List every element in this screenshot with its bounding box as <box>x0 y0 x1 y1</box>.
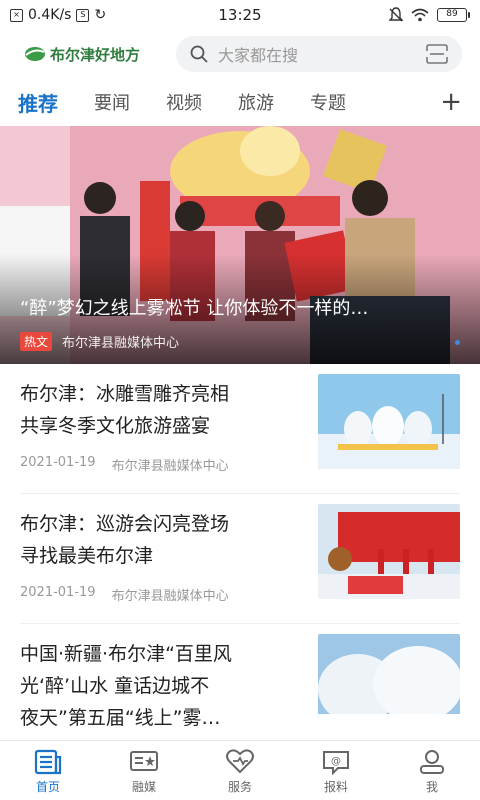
news-source: 布尔津县融媒体中心 <box>111 589 229 604</box>
status-right: 89 <box>389 7 470 23</box>
news-thumbnail <box>318 504 460 599</box>
news-thumbnail <box>318 374 460 469</box>
banner-meta: 热文 布尔津县融媒体中心 <box>20 332 179 351</box>
battery-icon: 89 <box>437 8 470 22</box>
status-left: × 0.4K/s S ↻ <box>10 7 106 23</box>
user-icon <box>420 750 444 774</box>
tab-recommend[interactable]: 推荐 <box>18 88 58 117</box>
scan-icon[interactable] <box>426 44 448 64</box>
battery-level: 89 <box>437 8 467 22</box>
banner-title[interactable]: “醉”梦幻之线上雾凇节 让你体验不一样的… <box>20 294 460 320</box>
add-channel-icon[interactable]: + <box>440 89 462 115</box>
bottom-nav: 首页 融媒 服务 @ 报料 我 <box>0 740 480 800</box>
news-icon <box>34 749 62 775</box>
tab-travel[interactable]: 旅游 <box>238 89 274 115</box>
header: 布尔津好地方 大家都在搜 <box>0 34 480 74</box>
news-meta: 2021-01-19 布尔津县融媒体中心 <box>20 455 229 474</box>
logo-mark-icon <box>25 47 45 61</box>
tab-topics[interactable]: 专题 <box>310 89 346 115</box>
search-icon <box>190 45 208 63</box>
carousel-dot <box>455 340 460 345</box>
news-thumbnail <box>318 634 460 729</box>
app-notification-icon: S <box>76 8 90 22</box>
status-bar: × 0.4K/s S ↻ 13:25 89 <box>0 0 480 30</box>
service-icon <box>226 749 254 774</box>
nav-home[interactable]: 首页 <box>0 741 96 800</box>
news-date: 2021-01-19 <box>20 585 96 600</box>
tab-headlines[interactable]: 要闻 <box>94 89 130 115</box>
news-title: 中国·新疆·布尔津“百里风 光‘醉’山水 童话边城不 夜天”第五届“线上”雾… <box>20 643 232 729</box>
svg-text:@: @ <box>331 756 341 767</box>
mute-bell-icon <box>389 7 403 22</box>
news-item[interactable]: 中国·新疆·布尔津“百里风 光‘醉’山水 童话边城不 夜天”第五届“线上”雾… <box>20 624 460 744</box>
nav-media[interactable]: 融媒 <box>96 741 192 800</box>
banner-source: 布尔津县融媒体中心 <box>62 336 180 351</box>
sync-icon: ↻ <box>94 7 107 23</box>
search-input[interactable]: 大家都在搜 <box>176 36 462 72</box>
tab-video[interactable]: 视频 <box>166 89 202 115</box>
app-logo: 布尔津好地方 <box>24 44 140 65</box>
news-title: 布尔津：冰雕雪雕齐亮相 共享冬季文化旅游盛宴 <box>20 383 230 437</box>
wifi-icon <box>411 8 429 22</box>
news-source: 布尔津县融媒体中心 <box>111 459 229 474</box>
network-speed: 0.4K/s <box>28 7 72 23</box>
nav-me[interactable]: 我 <box>384 741 480 800</box>
hot-tag: 热文 <box>20 332 53 351</box>
banner-carousel[interactable]: “醉”梦幻之线上雾凇节 让你体验不一样的… 热文 布尔津县融媒体中心 <box>0 126 480 364</box>
news-title: 布尔津：巡游会闪亮登场 寻找最美布尔津 <box>20 513 230 567</box>
logo-text: 布尔津好地方 <box>50 45 141 64</box>
nav-service[interactable]: 服务 <box>192 741 288 800</box>
search-placeholder: 大家都在搜 <box>218 46 299 65</box>
media-icon <box>130 751 158 771</box>
news-meta: 2021-01-19 布尔津县融媒体中心 <box>20 585 229 604</box>
channel-tabs: 推荐 要闻 视频 旅游 专题 + <box>0 82 480 122</box>
news-item[interactable]: 布尔津：巡游会闪亮登场 寻找最美布尔津 2021-01-19 布尔津县融媒体中心 <box>20 494 460 624</box>
report-icon: @ <box>323 751 349 775</box>
close-notification-icon: × <box>10 8 23 22</box>
news-item[interactable]: 布尔津：冰雕雪雕齐亮相 共享冬季文化旅游盛宴 2021-01-19 布尔津县融媒… <box>20 364 460 494</box>
nav-report[interactable]: @ 报料 <box>288 741 384 800</box>
news-date: 2021-01-19 <box>20 455 96 470</box>
carousel-indicator <box>455 340 460 345</box>
